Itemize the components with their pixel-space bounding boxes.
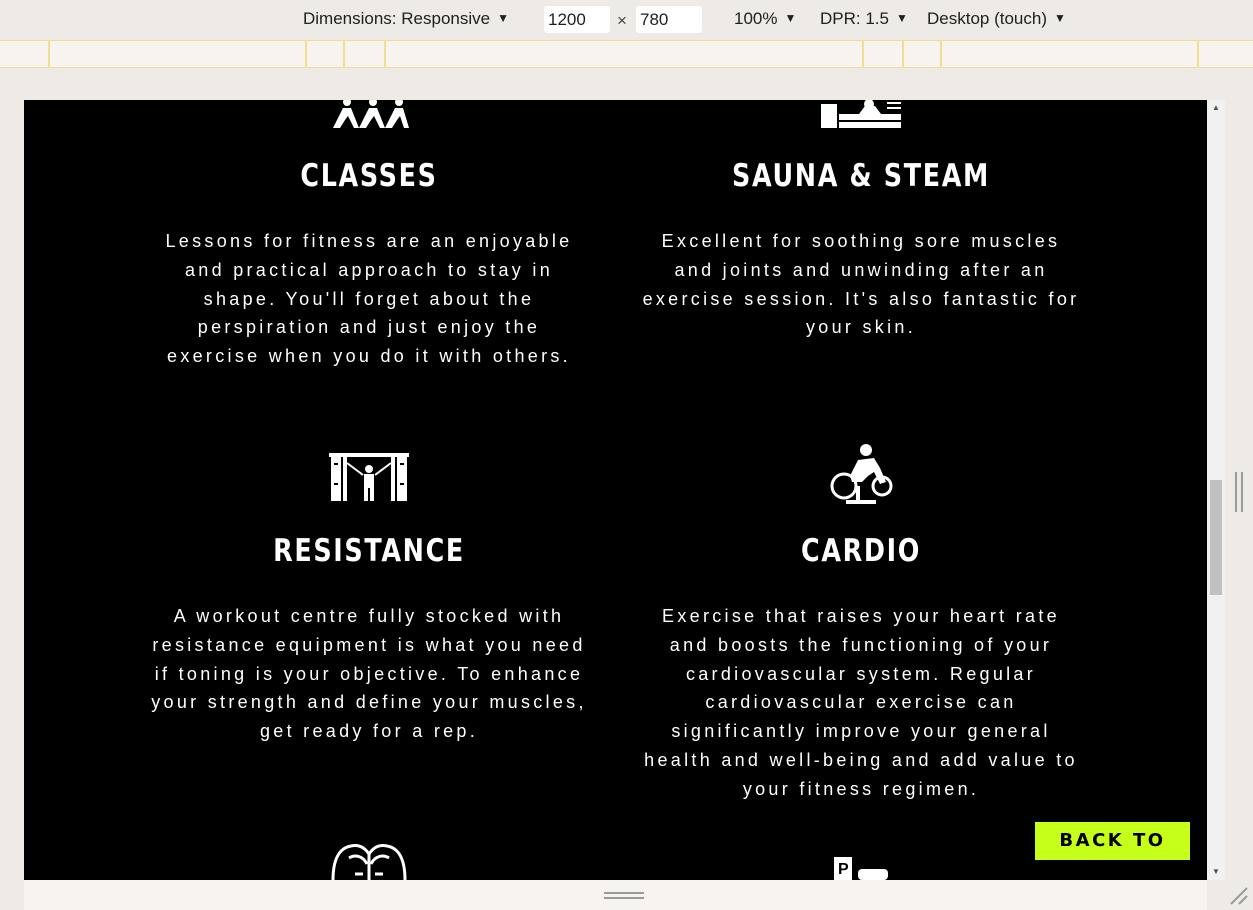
parking-icon: P (834, 857, 888, 880)
corner-resize-grip-icon[interactable] (1229, 886, 1249, 906)
feature-title: CLASSES (300, 158, 438, 194)
page-viewport[interactable]: CLASSES Lessons for fitness are an enjoy… (24, 100, 1207, 880)
times-separator: × (617, 11, 627, 30)
dimensions-label: Dimensions: Responsive (303, 9, 491, 28)
feature-title: SAUNA & STEAM (732, 158, 990, 194)
group-fitness-icon (333, 100, 409, 128)
device-mode-dropdown[interactable]: Desktop (touch) ▼ (927, 9, 1066, 29)
media-query-marker[interactable] (343, 41, 345, 68)
dpr-label: DPR: 1.5 (820, 9, 889, 28)
scroll-down-arrow-icon[interactable]: ▼ (1207, 864, 1225, 880)
right-resize-handle[interactable] (1235, 472, 1243, 512)
media-query-bar[interactable] (0, 40, 1253, 68)
chevron-down-icon: ▼ (497, 11, 509, 25)
feature-title: CARDIO (801, 533, 921, 569)
feature-description: A workout centre fully stocked with resi… (151, 606, 587, 742)
zoom-label: 100% (734, 9, 778, 28)
svg-text:P: P (838, 861, 849, 878)
media-query-marker[interactable] (862, 41, 864, 68)
vertical-scrollbar[interactable]: ▲ ▼ (1207, 100, 1225, 880)
sauna-icon (821, 100, 901, 128)
scroll-up-arrow-icon[interactable]: ▲ (1207, 100, 1225, 116)
chevron-down-icon: ▼ (895, 11, 908, 25)
media-query-marker[interactable] (305, 41, 307, 68)
bottom-resize-bar[interactable] (24, 880, 1207, 910)
feature-description: Lessons for fitness are an enjoyable and… (165, 231, 573, 367)
feature-description: Excellent for soothing sore muscles and … (642, 231, 1080, 338)
media-query-marker[interactable] (48, 41, 50, 68)
media-query-marker[interactable] (384, 41, 386, 68)
media-query-marker[interactable] (1197, 41, 1199, 68)
width-input[interactable] (544, 6, 610, 33)
back-to-top-button[interactable]: BACK TO TOP (1035, 822, 1190, 889)
feature-cardio: CARDIO Exercise that raises your heart r… (641, 444, 1081, 810)
device-toolbar: Dimensions: Responsive ▼ × 100% ▼ DPR: 1.5… (0, 0, 1253, 40)
chevron-down-icon: ▼ (784, 11, 797, 25)
muscle-torso-icon (331, 844, 407, 880)
media-query-marker[interactable] (940, 41, 942, 68)
media-query-marker[interactable] (902, 41, 904, 68)
zoom-dropdown[interactable]: 100% ▼ (734, 9, 796, 29)
bottom-resize-handle[interactable] (604, 892, 644, 900)
feature-description: Exercise that raises your heart rate and… (644, 606, 1078, 799)
dpr-dropdown[interactable]: DPR: 1.5 ▼ (820, 9, 908, 29)
chevron-down-icon: ▼ (1054, 11, 1066, 25)
dimensions-dropdown[interactable]: Dimensions: Responsive ▼ (303, 9, 509, 29)
feature-classes: CLASSES Lessons for fitness are an enjoy… (149, 100, 589, 400)
feature-sauna-steam: SAUNA & STEAM Excellent for soothing sor… (641, 100, 1081, 400)
cable-machine-icon (329, 453, 409, 501)
exercise-bike-icon (830, 444, 893, 504)
height-input[interactable] (636, 6, 702, 33)
device-mode-label: Desktop (touch) (927, 9, 1047, 28)
feature-resistance: RESISTANCE A workout centre fully stocke… (149, 450, 589, 780)
scroll-thumb[interactable] (1210, 480, 1222, 595)
feature-title: RESISTANCE (273, 533, 465, 569)
toolbar-gap (0, 68, 1253, 100)
